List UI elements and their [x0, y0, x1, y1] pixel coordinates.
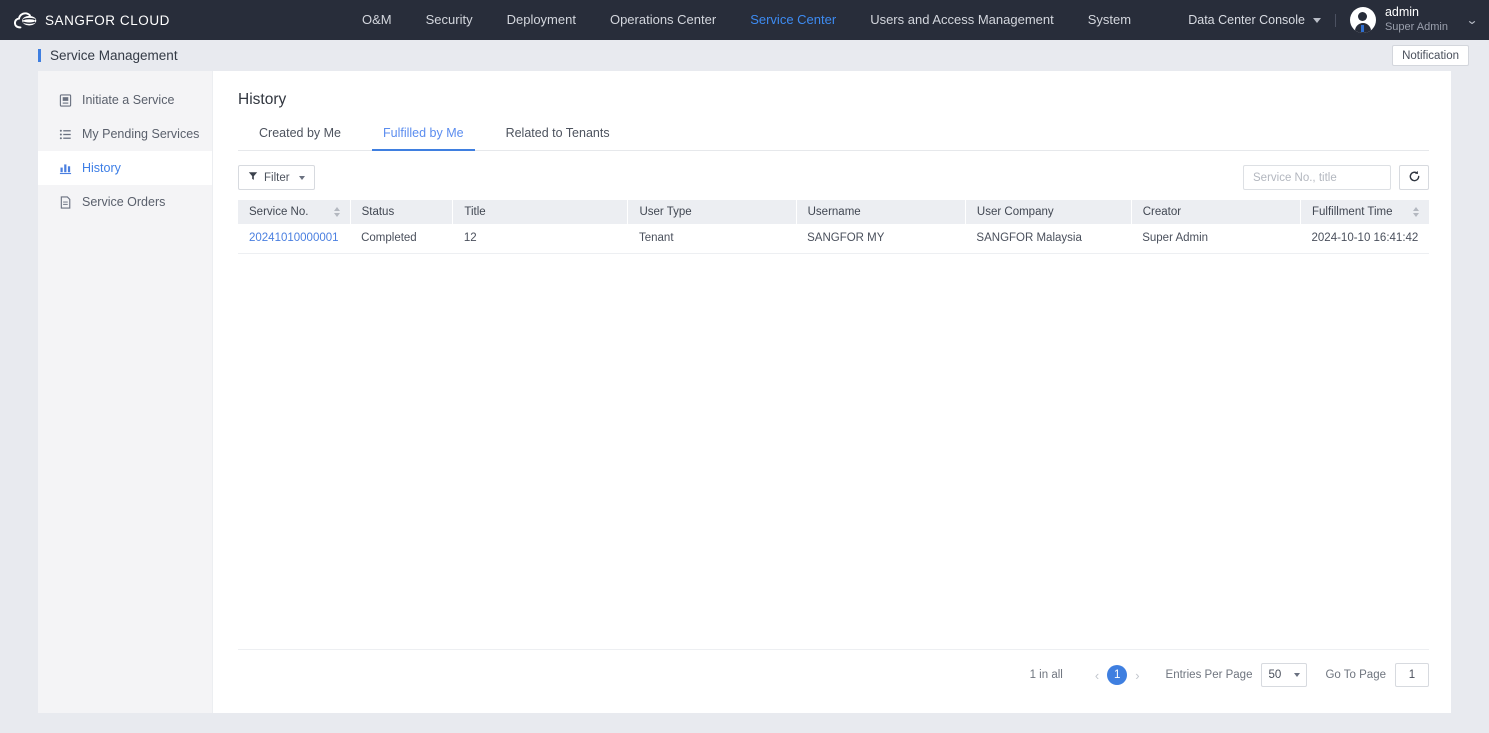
- cell-user-company: SANGFOR Malaysia: [965, 224, 1132, 254]
- search-input[interactable]: [1251, 170, 1409, 185]
- nav-item-operations-center[interactable]: Operations Center: [593, 0, 733, 40]
- cell-user-type: Tenant: [627, 224, 797, 254]
- user-role: Super Admin: [1384, 20, 1448, 33]
- entries-per-page-select[interactable]: 50: [1261, 663, 1308, 687]
- bar-chart-icon: [58, 161, 72, 175]
- entries-per-page-value: 50: [1268, 669, 1282, 681]
- nav-item-security[interactable]: Security: [409, 0, 490, 40]
- service-no-link[interactable]: 20241010000001: [249, 232, 339, 244]
- sidebar-item-service-orders[interactable]: Service Orders: [38, 185, 212, 219]
- console-switcher[interactable]: Data Center Console: [1188, 13, 1331, 27]
- chevron-down-icon: [298, 175, 305, 180]
- top-right-area: Data Center Console admin Super Admin ⌄: [1188, 0, 1479, 40]
- filter-icon: [248, 171, 258, 184]
- user-meta: admin Super Admin: [1385, 5, 1448, 34]
- sidebar-item-history[interactable]: History: [38, 151, 212, 185]
- entries-per-page-label: Entries Per Page: [1165, 669, 1253, 681]
- cloud-logo-icon: [13, 11, 37, 29]
- refresh-icon: [1408, 170, 1421, 186]
- nav-item-deployment[interactable]: Deployment: [490, 0, 593, 40]
- column-label: Service No.: [249, 206, 309, 218]
- list-icon: [58, 127, 72, 141]
- sidebar-item-label: History: [82, 161, 121, 175]
- column-header-username[interactable]: Username: [796, 200, 966, 224]
- divider: [1334, 13, 1336, 27]
- go-to-page-label: Go To Page: [1325, 669, 1386, 681]
- brand[interactable]: SANGFOR CLOUD: [0, 11, 300, 29]
- content-title: History: [238, 91, 287, 108]
- refresh-button[interactable]: [1399, 165, 1429, 190]
- search-box[interactable]: [1243, 165, 1421, 190]
- tab-related-to-tenants[interactable]: Related to Tenants: [485, 126, 631, 151]
- column-header-service-no[interactable]: Service No.: [238, 200, 351, 224]
- sort-icon[interactable]: [333, 207, 340, 217]
- cell-service-no: 20241010000001: [238, 224, 351, 254]
- column-header-title[interactable]: Title: [452, 200, 629, 224]
- table-header-row: Service No. Status Title User Type Usern…: [238, 200, 1429, 224]
- pagination: 1 in all ‹ 1 › Entries Per Page 50 Go To…: [238, 649, 1429, 687]
- tab-fulfilled-by-me[interactable]: Fulfilled by Me: [362, 126, 485, 151]
- toolbar-right: [1243, 165, 1429, 190]
- user-name: admin: [1384, 5, 1419, 20]
- notification-button[interactable]: Notification: [1392, 45, 1469, 66]
- sub-header: Service Management Notification: [0, 40, 1489, 71]
- avatar: [1349, 7, 1376, 33]
- column-header-creator[interactable]: Creator: [1131, 200, 1302, 224]
- cell-fulfillment-time: 2024-10-10 16:41:42: [1300, 224, 1429, 254]
- column-header-status[interactable]: Status: [350, 200, 454, 224]
- title-accent-bar: [38, 49, 41, 62]
- nav-item-service-center[interactable]: Service Center: [733, 0, 853, 40]
- chevron-down-icon: [1294, 673, 1301, 677]
- filter-label: Filter: [264, 171, 290, 184]
- filter-button[interactable]: Filter: [238, 165, 315, 190]
- chevron-down-icon: [1312, 17, 1321, 23]
- nav-item-system[interactable]: System: [1071, 0, 1148, 40]
- sidebar-item-my-pending-services[interactable]: My Pending Services: [38, 117, 212, 151]
- history-table: Service No. Status Title User Type Usern…: [238, 200, 1429, 254]
- sort-icon[interactable]: [1413, 207, 1419, 217]
- sidebar-item-label: Service Orders: [82, 195, 166, 209]
- sidebar-item-label: My Pending Services: [82, 127, 200, 141]
- content-panel: History Created by Me Fulfilled by Me Re…: [213, 71, 1451, 713]
- chevron-left-icon[interactable]: ‹: [1087, 668, 1107, 683]
- column-label: Fulfillment Time: [1312, 206, 1393, 218]
- sidebar-item-label: Initiate a Service: [82, 93, 175, 107]
- column-header-user-type[interactable]: User Type: [627, 200, 797, 224]
- nav-item-users-and-access-management[interactable]: Users and Access Management: [853, 0, 1071, 40]
- main-nav: O&M Security Deployment Operations Cente…: [345, 0, 1148, 40]
- file-icon: [58, 195, 72, 209]
- page-number-1[interactable]: 1: [1107, 665, 1128, 685]
- column-header-fulfillment-time[interactable]: Fulfillment Time: [1300, 200, 1429, 224]
- sidebar: Initiate a Service My Pending Services H…: [38, 71, 213, 713]
- go-to-page-input[interactable]: [1395, 663, 1429, 687]
- table-row[interactable]: 20241010000001 Completed 12 Tenant SANGF…: [238, 224, 1429, 254]
- brand-name: SANGFOR CLOUD: [45, 12, 170, 28]
- sidebar-item-initiate-a-service[interactable]: Initiate a Service: [38, 83, 212, 117]
- tab-bar: Created by Me Fulfilled by Me Related to…: [238, 125, 1429, 151]
- console-switcher-label: Data Center Console: [1188, 13, 1305, 27]
- cell-creator: Super Admin: [1131, 224, 1301, 254]
- top-navigation-bar: SANGFOR CLOUD O&M Security Deployment Op…: [0, 0, 1489, 40]
- cell-title: 12: [452, 224, 628, 254]
- cell-status: Completed: [350, 224, 453, 254]
- chevron-down-icon: ⌄: [1465, 13, 1479, 27]
- tab-created-by-me[interactable]: Created by Me: [238, 126, 362, 151]
- user-menu[interactable]: admin Super Admin ⌄: [1349, 5, 1479, 34]
- column-header-user-company[interactable]: User Company: [965, 200, 1132, 224]
- document-list-icon: [58, 93, 72, 107]
- page-title: Service Management: [50, 48, 178, 63]
- total-count: 1 in all: [1029, 669, 1063, 681]
- page-body: Initiate a Service My Pending Services H…: [0, 71, 1489, 733]
- cell-username: SANGFOR MY: [796, 224, 966, 254]
- table-toolbar: Filter: [238, 165, 1429, 190]
- nav-item-om[interactable]: O&M: [345, 0, 409, 40]
- chevron-right-icon[interactable]: ›: [1127, 668, 1147, 683]
